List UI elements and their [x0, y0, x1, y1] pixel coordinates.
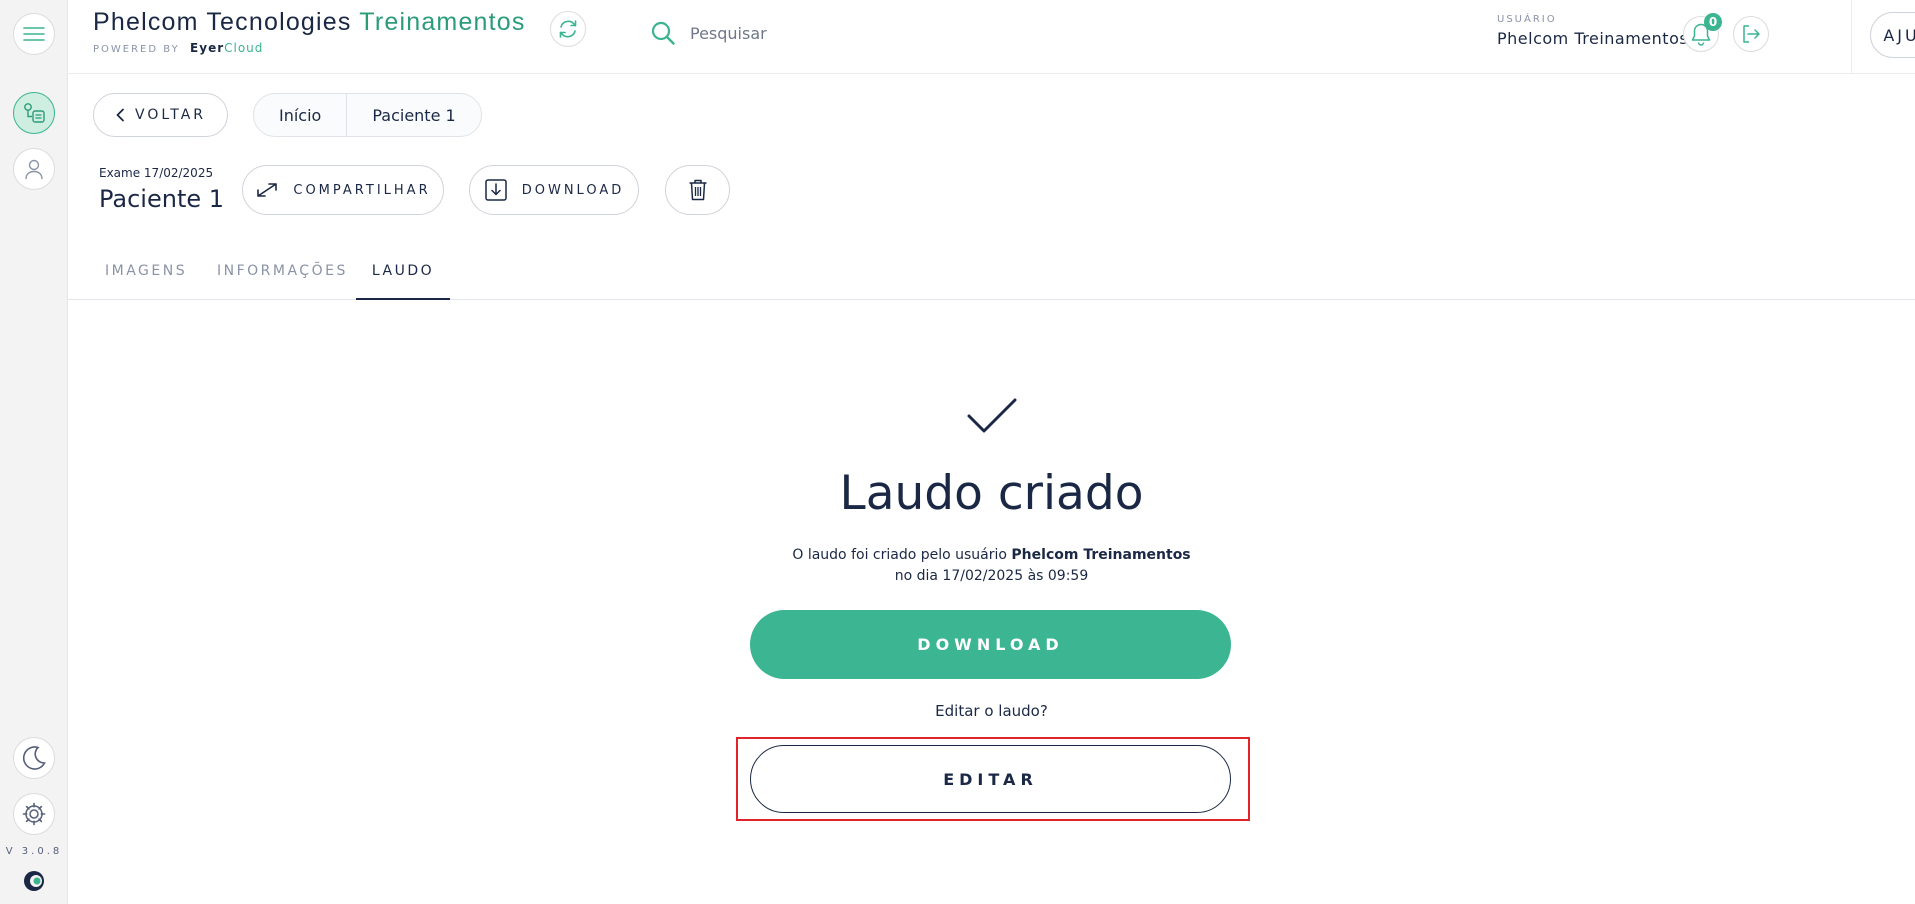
back-button[interactable]: VOLTAR [93, 93, 228, 137]
trash-icon [689, 179, 706, 201]
search-bar [650, 20, 990, 46]
download-exam-button[interactable]: DOWNLOAD [469, 165, 639, 215]
user-name: Phelcom Treinamentos [1497, 29, 1689, 48]
breadcrumb-home[interactable]: Início [254, 94, 346, 136]
exam-tabs: IMAGENS INFORMAÇÕES LAUDO [68, 258, 1915, 300]
report-author: Phelcom Treinamentos [1011, 547, 1191, 563]
gear-icon [22, 802, 46, 826]
sidebar-item-exams[interactable] [13, 92, 55, 134]
sidebar-item-patients[interactable] [13, 148, 55, 190]
download-icon [484, 179, 507, 201]
brand-title: Phelcom Tecnologies Treinamentos [93, 8, 526, 36]
help-button[interactable]: AJUDA [1870, 12, 1915, 58]
breadcrumb: Início Paciente 1 [253, 93, 482, 137]
edit-question: Editar o laudo? [935, 702, 1048, 720]
tab-images[interactable]: IMAGENS [105, 258, 187, 300]
delete-button[interactable] [665, 165, 730, 215]
report-status-title: Laudo criado [839, 466, 1144, 521]
logout-button[interactable] [1733, 16, 1769, 52]
refresh-icon [559, 20, 577, 38]
eyer-logo-icon [24, 871, 44, 891]
chevron-left-icon [116, 108, 124, 122]
moon-icon [22, 746, 46, 770]
report-created-date: no dia 17/02/2025 às 09:59 [894, 568, 1089, 584]
notifications-button[interactable]: 0 [1683, 13, 1722, 52]
brand: Phelcom Tecnologies Treinamentos POWERED… [93, 8, 526, 55]
powered-by: POWERED BY EyerCloud [93, 41, 264, 55]
menu-button[interactable] [13, 13, 55, 55]
top-header: Phelcom Tecnologies Treinamentos POWERED… [68, 0, 1915, 74]
exam-list-icon [24, 103, 45, 123]
report-created-info: O laudo foi criado pelo usuário Phelcom … [792, 547, 1191, 584]
header-divider [1851, 0, 1852, 74]
exam-date: Exame 17/02/2025 [99, 166, 214, 180]
logout-icon [1743, 25, 1760, 43]
hamburger-icon [23, 27, 45, 41]
tab-report[interactable]: LAUDO [356, 258, 450, 300]
brand-highlight: Treinamentos [359, 8, 526, 36]
search-input[interactable] [690, 23, 990, 43]
share-label: COMPARTILHAR [293, 182, 431, 198]
back-label: VOLTAR [135, 107, 206, 123]
user-caption: USUÁRIO [1497, 14, 1557, 25]
sidebar: V 3.0.8 [0, 0, 68, 904]
download-report-button[interactable]: DOWNLOAD [750, 610, 1231, 679]
dark-mode-toggle[interactable] [13, 737, 55, 779]
download-exam-label: DOWNLOAD [521, 182, 625, 198]
person-icon [25, 159, 43, 180]
expand-arrows-icon [257, 183, 278, 197]
share-button[interactable]: COMPARTILHAR [242, 165, 444, 215]
user-info: USUÁRIO Phelcom Treinamentos [1497, 14, 1688, 48]
notification-count-badge: 0 [1704, 13, 1722, 31]
settings-button[interactable] [13, 793, 55, 835]
search-icon[interactable] [650, 20, 676, 46]
app-version: V 3.0.8 [5, 846, 63, 857]
sync-button[interactable] [550, 11, 586, 47]
breadcrumb-patient[interactable]: Paciente 1 [346, 94, 480, 136]
patient-name: Paciente 1 [99, 185, 225, 213]
checkmark-icon [967, 398, 1017, 433]
edit-report-button[interactable]: EDITAR [750, 745, 1231, 813]
tab-information[interactable]: INFORMAÇÕES [217, 258, 348, 300]
